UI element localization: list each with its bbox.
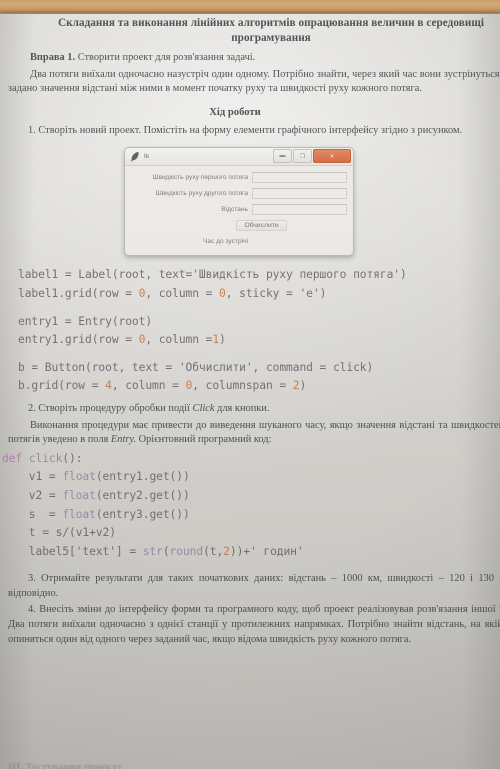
tk-window-body: Швидкість руху першого потяга Швидкість … [125, 166, 353, 256]
tk-window: tk ▬ ❐ ✕ Швидкість руху першого потяга Ш… [124, 147, 354, 257]
page-title: Складання та виконання лінійних алгоритм… [0, 16, 500, 45]
step-3: 3. Отримайте результати для таких початк… [8, 573, 500, 599]
tk-row-result: Час до зустрічі [130, 234, 347, 249]
code-blank [18, 304, 500, 313]
step-2-body-b: Орієнтовний програмний код: [136, 434, 272, 446]
tk-entry-speed1[interactable] [252, 172, 347, 184]
step-2-italic: Click [192, 402, 215, 414]
step-1: 1. Створіть новий проект. Помістіть на ф… [28, 124, 463, 136]
tk-entry-distance[interactable] [252, 204, 347, 216]
code-block-1: label1 = Label(root, text='Швидкість рух… [0, 266, 500, 396]
maximize-button[interactable]: ❐ [293, 149, 312, 164]
code-line: def click(): [2, 451, 83, 465]
step-2-body: Виконання процедури має привести до виве… [0, 419, 500, 448]
tk-row-speed1: Швидкість руху першого потяга [130, 170, 347, 185]
page-title-line1: Складання та виконання лінійних алгоритм… [57, 17, 484, 29]
code-line: label5['text'] = str(round(t,2))+' годин… [2, 544, 304, 558]
code-line: b.grid(row = 4, column = 0, columnspan =… [18, 379, 307, 393]
tk-result-output [252, 238, 347, 246]
exercise-body: Два потяги виїхали одночасно назустріч о… [8, 68, 500, 95]
page-title-line2: програмування [231, 31, 311, 44]
feather-icon [130, 151, 140, 162]
code-line: b = Button(root, text = 'Обчислити', com… [18, 360, 374, 374]
code-line: v2 = float(entry2.get()) [2, 488, 190, 502]
tk-label-speed2: Швидкість руху другого потяга [155, 190, 248, 198]
tk-window-figure: tk ▬ ❐ ✕ Швидкість руху першого потяга Ш… [0, 147, 500, 257]
code-line: t = s/(v1+v2) [2, 526, 116, 540]
photographed-textbook-page: Складання та виконання лінійних алгоритм… [0, 0, 500, 769]
step-2-text: 2. Створіть процедуру обробки події [28, 402, 193, 414]
step-4: 4. Внесіть зміни до інтерфейсу форми та … [8, 604, 500, 645]
tk-window-controls: ▬ ❐ ✕ [273, 149, 351, 164]
section-heading: Хід роботи [209, 106, 261, 118]
tk-titlebar: tk ▬ ❐ ✕ [125, 148, 353, 167]
code-line: s = float(entry3.get()) [2, 507, 190, 521]
exercise-heading-rest: Створити проект для розв'язання задачі. [75, 52, 256, 63]
tk-label-speed1: Швидкість руху першого потяга [152, 174, 248, 182]
tk-label-distance: Відстань [221, 206, 248, 214]
page-content: Складання та виконання лінійних алгоритм… [0, 0, 500, 769]
step-2-rest: для кнопки. [214, 402, 270, 414]
exercise-heading-bold: Вправа 1. [30, 52, 76, 63]
cut-off-next-heading: III. Тестування проекту [8, 762, 123, 769]
code-line: entry1 = Entry(root) [18, 314, 153, 328]
tk-row-distance: Відстань [130, 202, 347, 217]
step-2: 2. Створіть процедуру обробки події Clic… [0, 402, 500, 417]
exercise-heading: Вправа 1. Створити проект для розв'язанн… [0, 51, 500, 66]
code-line: label1 = Label(root, text='Швидкість рух… [18, 268, 407, 282]
tk-row-button: Обчислити [130, 218, 347, 233]
code-blank [18, 350, 500, 359]
code-line: v1 = float(entry1.get()) [2, 470, 190, 484]
tk-window-title: tk [144, 153, 150, 161]
close-button[interactable]: ✕ [313, 149, 351, 164]
tk-row-speed2: Швидкість руху другого потяга [130, 186, 347, 201]
code-line: entry1.grid(row = 0, column =1) [18, 333, 226, 347]
step-2-body-italic: Entry. [110, 434, 137, 446]
code-line: label1.grid(row = 0, column = 0, sticky … [18, 286, 327, 300]
tk-label-result: Час до зустрічі [202, 238, 248, 246]
tk-entry-speed2[interactable] [252, 188, 347, 200]
code-block-2: def click(): v1 = float(entry1.get()) v2… [0, 450, 500, 562]
calculate-button[interactable]: Обчислити [236, 220, 287, 232]
minimize-button[interactable]: ▬ [273, 149, 292, 164]
